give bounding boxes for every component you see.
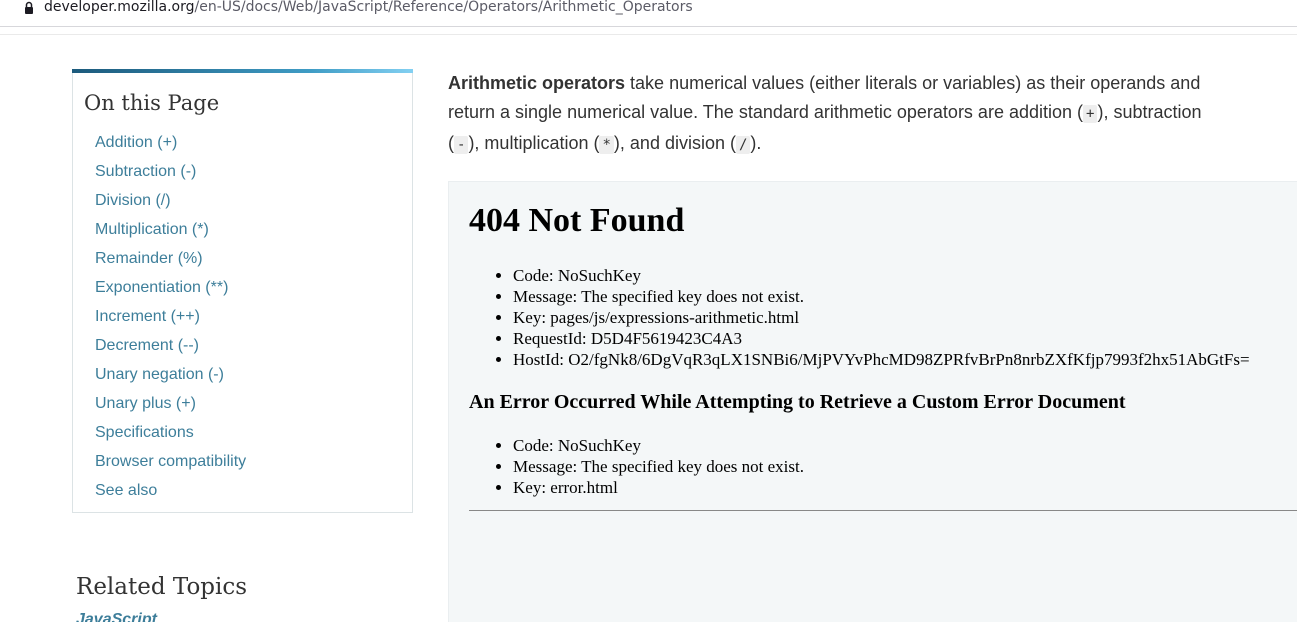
error-detail-item: Code: NoSuchKey: [513, 435, 804, 456]
toc-link-decrement[interactable]: Decrement (--): [95, 337, 199, 354]
toc-link-see-also[interactable]: See also: [95, 482, 157, 499]
error-detail-item: Key: error.html: [513, 477, 804, 498]
toc-link-subtraction[interactable]: Subtraction (-): [95, 163, 196, 180]
toc-item: Subtraction (-): [95, 162, 246, 191]
toc-item: Specifications: [95, 423, 246, 452]
custom-error-details-list: Code: NoSuchKey Message: The specified k…: [493, 435, 804, 498]
error-detail-item: HostId: O2/fgNk8/6DgVqR3qLX1SNBi6/MjPVYv…: [513, 349, 1250, 370]
url-domain: developer.mozilla.org: [44, 0, 195, 15]
toc-list: Addition (+) Subtraction (-) Division (/…: [95, 133, 246, 510]
toc-link-exponentiation[interactable]: Exponentiation (**): [95, 279, 228, 296]
toc-item: Unary plus (+): [95, 394, 246, 423]
url-text[interactable]: developer.mozilla.org/en-US/docs/Web/Jav…: [44, 0, 693, 16]
toc-link-multiplication[interactable]: Multiplication (*): [95, 221, 209, 238]
intro-text: ).: [750, 133, 762, 153]
error-divider: [469, 510, 1297, 511]
lock-icon: [25, 1, 33, 14]
toc-link-remainder[interactable]: Remainder (%): [95, 250, 203, 267]
error-detail-item: Message: The specified key does not exis…: [513, 286, 1250, 307]
toc-link-unary-negation[interactable]: Unary negation (-): [95, 366, 224, 383]
toc-item: Increment (++): [95, 307, 246, 336]
error-subtitle: An Error Occurred While Attempting to Re…: [469, 391, 1126, 413]
toc-item: Remainder (%): [95, 249, 246, 278]
error-detail-item: Key: pages/js/expressions-arithmetic.htm…: [513, 307, 1250, 328]
header-divider: [0, 34, 1297, 35]
error-details-list: Code: NoSuchKey Message: The specified k…: [493, 265, 1250, 370]
on-this-page-title: On this Page: [84, 91, 220, 115]
toc-item: Multiplication (*): [95, 220, 246, 249]
error-detail-item: RequestId: D5D4F5619423C4A3: [513, 328, 1250, 349]
intro-text: ), multiplication (: [468, 133, 600, 153]
toc-item: Division (/): [95, 191, 246, 220]
code-addition: +: [1083, 105, 1098, 123]
toc-link-division[interactable]: Division (/): [95, 192, 171, 209]
toc-link-addition[interactable]: Addition (+): [95, 134, 177, 151]
intro-paragraph: Arithmetic operators take numerical valu…: [448, 69, 1208, 160]
toc-link-specifications[interactable]: Specifications: [95, 424, 194, 441]
code-division: /: [735, 136, 751, 154]
live-sample-frame: 404 Not Found Code: NoSuchKey Message: T…: [448, 181, 1297, 622]
intro-term: Arithmetic operators: [448, 73, 626, 93]
toc-link-increment[interactable]: Increment (++): [95, 308, 200, 325]
error-detail-item: Code: NoSuchKey: [513, 265, 1250, 286]
code-multiplication: *: [599, 136, 614, 154]
related-topics-title: Related Topics: [76, 574, 248, 600]
panel-accent-bar: [72, 69, 413, 73]
error-title: 404 Not Found: [469, 202, 685, 239]
url-bar[interactable]: developer.mozilla.org/en-US/docs/Web/Jav…: [0, 0, 1297, 27]
error-detail-item: Message: The specified key does not exis…: [513, 456, 804, 477]
toc-item: Exponentiation (**): [95, 278, 246, 307]
toc-item: Decrement (--): [95, 336, 246, 365]
url-path: /en-US/docs/Web/JavaScript/Reference/Ope…: [194, 0, 693, 15]
toc-link-browser-compatibility[interactable]: Browser compatibility: [95, 453, 246, 470]
toc-item: Browser compatibility: [95, 452, 246, 481]
toc-item: See also: [95, 481, 246, 510]
on-this-page-panel: On this Page Addition (+) Subtraction (-…: [72, 69, 413, 513]
toc-item: Addition (+): [95, 133, 246, 162]
related-link-javascript[interactable]: JavaScript: [76, 611, 157, 622]
intro-text: ), and division (: [613, 133, 736, 153]
toc-link-unary-plus[interactable]: Unary plus (+): [95, 395, 196, 412]
toc-item: Unary negation (-): [95, 365, 246, 394]
code-subtraction: -: [454, 136, 469, 154]
